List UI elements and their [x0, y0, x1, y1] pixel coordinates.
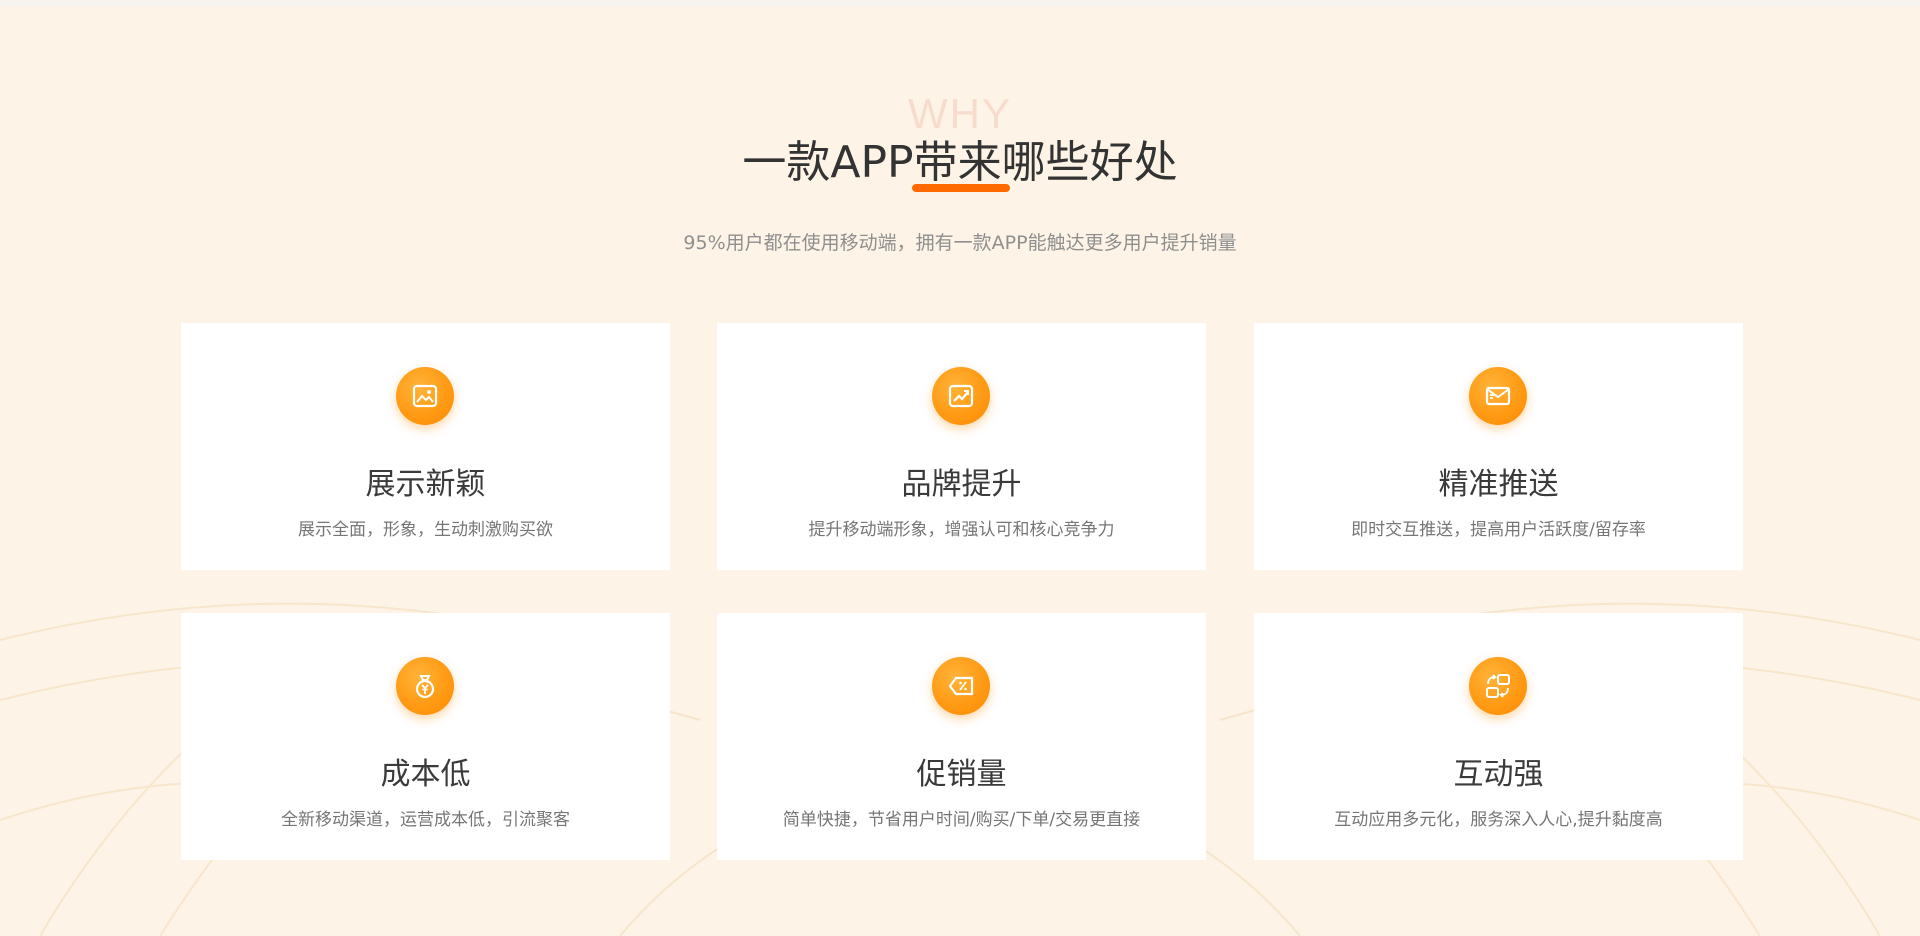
- feature-card-push: 精准推送 即时交互推送，提高用户活跃度/留存率: [1254, 323, 1743, 570]
- feature-card-interaction: 互动强 互动应用多元化，服务深入人心,提升黏度高: [1254, 613, 1743, 860]
- feature-desc: 展示全面，形象，生动刺激购买欲: [298, 520, 553, 540]
- image-icon: [396, 367, 454, 425]
- features-grid: 展示新颖 展示全面，形象，生动刺激购买欲 品牌提升 提升移动端形象，增强认可和核…: [181, 323, 1743, 860]
- feature-desc: 全新移动渠道，运营成本低，引流聚客: [281, 810, 570, 830]
- discount-tag-icon: [932, 657, 990, 715]
- interaction-icon: [1469, 657, 1527, 715]
- feature-card-display: 展示新颖 展示全面，形象，生动刺激购买欲: [181, 323, 670, 570]
- feature-title: 互动强: [1453, 757, 1544, 792]
- feature-title: 精准推送: [1438, 467, 1559, 502]
- feature-desc: 简单快捷，节省用户时间/购买/下单/交易更直接: [782, 810, 1141, 830]
- feature-desc: 互动应用多元化，服务深入人心,提升黏度高: [1334, 810, 1663, 830]
- feature-title: 促销量: [916, 757, 1007, 792]
- top-border-strip: [0, 0, 1920, 6]
- feature-title: 品牌提升: [901, 467, 1022, 502]
- feature-title: 成本低: [380, 757, 471, 792]
- feature-desc: 提升移动端形象，增强认可和核心竞争力: [808, 520, 1115, 540]
- feature-card-cost: 成本低 全新移动渠道，运营成本低，引流聚客: [181, 613, 670, 860]
- feature-card-brand: 品牌提升 提升移动端形象，增强认可和核心竞争力: [717, 323, 1206, 570]
- title-underline: [912, 184, 1010, 192]
- money-bag-icon: [396, 657, 454, 715]
- feature-title: 展示新颖: [365, 467, 486, 502]
- section-title: 一款APP带来哪些好处: [742, 137, 1178, 188]
- section-subtitle: 95%用户都在使用移动端，拥有一款APP能触达更多用户提升销量: [683, 232, 1237, 254]
- envelope-icon: [1469, 367, 1527, 425]
- feature-desc: 即时交互推送，提高用户活跃度/留存率: [1351, 520, 1646, 540]
- feature-card-sales: 促销量 简单快捷，节省用户时间/购买/下单/交易更直接: [717, 613, 1206, 860]
- growth-chart-icon: [932, 367, 990, 425]
